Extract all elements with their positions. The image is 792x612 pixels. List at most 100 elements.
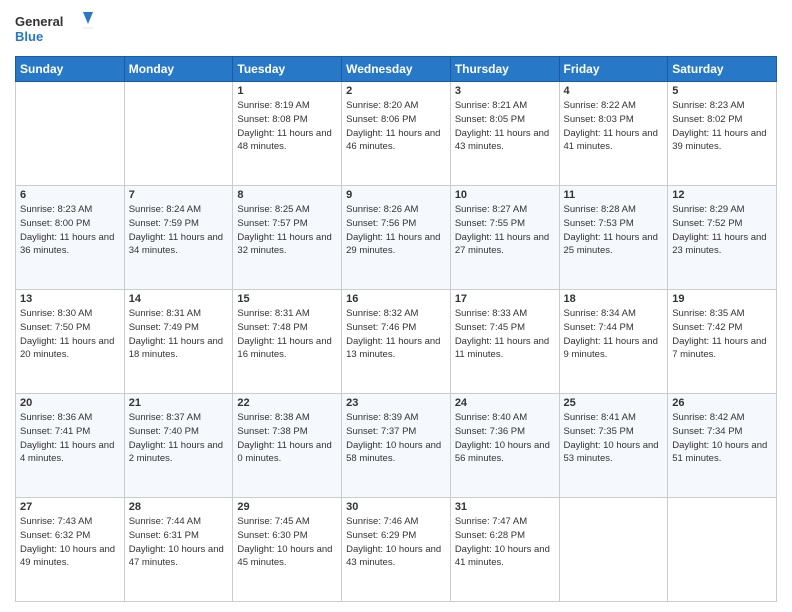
day-number: 5 <box>672 85 772 97</box>
day-info: Sunrise: 8:23 AM Sunset: 8:00 PM Dayligh… <box>20 203 120 258</box>
day-number: 2 <box>346 85 446 97</box>
day-number: 25 <box>564 397 664 409</box>
day-info: Sunrise: 8:40 AM Sunset: 7:36 PM Dayligh… <box>455 411 555 466</box>
day-cell: 9Sunrise: 8:26 AM Sunset: 7:56 PM Daylig… <box>342 186 451 290</box>
day-number: 27 <box>20 501 120 513</box>
day-cell: 2 Sunrise: 8:20 AM Sunset: 8:06 PM Daylig… <box>342 82 451 186</box>
day-number: 6 <box>20 189 120 201</box>
day-cell: 13 Sunrise: 8:30 AM Sunset: 7:50 PM Dayli… <box>16 290 125 394</box>
week-row-5: 27 Sunrise: 7:43 AM Sunset: 6:32 PM Dayli… <box>16 498 777 602</box>
calendar-header-row: SundayMondayTuesdayWednesdayThursdayFrid… <box>16 57 777 82</box>
day-info: Sunrise: 8:25 AM Sunset: 7:57 PM Dayligh… <box>237 203 337 258</box>
day-info: Sunrise: 7:43 AM Sunset: 6:32 PM Dayligh… <box>20 515 120 570</box>
day-info: Sunrise: 8:39 AM Sunset: 7:37 PM Dayligh… <box>346 411 446 466</box>
col-header-wednesday: Wednesday <box>342 57 451 82</box>
day-info: Sunrise: 8:20 AM Sunset: 8:06 PM Dayligh… <box>346 99 446 154</box>
day-number: 14 <box>129 293 229 305</box>
day-cell: 22 Sunrise: 8:38 AM Sunset: 7:38 PM Dayli… <box>233 394 342 498</box>
day-cell: 8 Sunrise: 8:25 AM Sunset: 7:57 PM Daylig… <box>233 186 342 290</box>
day-info: Sunrise: 8:21 AM Sunset: 8:05 PM Dayligh… <box>455 99 555 154</box>
day-number: 18 <box>564 293 664 305</box>
day-number: 16 <box>346 293 446 305</box>
day-cell: 28 Sunrise: 7:44 AM Sunset: 6:31 PM Dayli… <box>124 498 233 602</box>
day-cell: 21 Sunrise: 8:37 AM Sunset: 7:40 PM Dayli… <box>124 394 233 498</box>
col-header-thursday: Thursday <box>450 57 559 82</box>
day-cell: 30 Sunrise: 7:46 AM Sunset: 6:29 PM Dayli… <box>342 498 451 602</box>
week-row-1: 1 Sunrise: 8:19 AM Sunset: 8:08 PM Daylig… <box>16 82 777 186</box>
day-cell: 6 Sunrise: 8:23 AM Sunset: 8:00 PM Daylig… <box>16 186 125 290</box>
day-number: 7 <box>129 189 229 201</box>
day-number: 20 <box>20 397 120 409</box>
day-cell: 14 Sunrise: 8:31 AM Sunset: 7:49 PM Dayli… <box>124 290 233 394</box>
svg-text:General: General <box>15 14 63 29</box>
col-header-friday: Friday <box>559 57 668 82</box>
calendar-table: SundayMondayTuesdayWednesdayThursdayFrid… <box>15 56 777 602</box>
day-cell: 7 Sunrise: 8:24 AM Sunset: 7:59 PM Daylig… <box>124 186 233 290</box>
day-number: 29 <box>237 501 337 513</box>
day-cell: 29Sunrise: 7:45 AM Sunset: 6:30 PM Dayli… <box>233 498 342 602</box>
day-info: Sunrise: 8:30 AM Sunset: 7:50 PM Dayligh… <box>20 307 120 362</box>
day-info: Sunrise: 8:33 AM Sunset: 7:45 PM Dayligh… <box>455 307 555 362</box>
day-number: 24 <box>455 397 555 409</box>
day-info: Sunrise: 8:38 AM Sunset: 7:38 PM Dayligh… <box>237 411 337 466</box>
day-number: 19 <box>672 293 772 305</box>
day-info: Sunrise: 8:23 AM Sunset: 8:02 PM Dayligh… <box>672 99 772 154</box>
day-cell: 16 Sunrise: 8:32 AM Sunset: 7:46 PM Dayli… <box>342 290 451 394</box>
day-cell: 26Sunrise: 8:42 AM Sunset: 7:34 PM Dayli… <box>668 394 777 498</box>
day-cell: 17Sunrise: 8:33 AM Sunset: 7:45 PM Dayli… <box>450 290 559 394</box>
day-cell: 10 Sunrise: 8:27 AM Sunset: 7:55 PM Dayli… <box>450 186 559 290</box>
day-number: 13 <box>20 293 120 305</box>
col-header-sunday: Sunday <box>16 57 125 82</box>
day-info: Sunrise: 8:29 AM Sunset: 7:52 PM Dayligh… <box>672 203 772 258</box>
day-number: 22 <box>237 397 337 409</box>
day-number: 21 <box>129 397 229 409</box>
day-number: 12 <box>672 189 772 201</box>
day-cell: 1 Sunrise: 8:19 AM Sunset: 8:08 PM Daylig… <box>233 82 342 186</box>
day-cell: 4Sunrise: 8:22 AM Sunset: 8:03 PM Daylig… <box>559 82 668 186</box>
day-info: Sunrise: 8:24 AM Sunset: 7:59 PM Dayligh… <box>129 203 229 258</box>
day-number: 8 <box>237 189 337 201</box>
day-number: 11 <box>564 189 664 201</box>
day-info: Sunrise: 7:47 AM Sunset: 6:28 PM Dayligh… <box>455 515 555 570</box>
col-header-monday: Monday <box>124 57 233 82</box>
day-number: 28 <box>129 501 229 513</box>
day-info: Sunrise: 8:32 AM Sunset: 7:46 PM Dayligh… <box>346 307 446 362</box>
day-number: 31 <box>455 501 555 513</box>
day-cell <box>124 82 233 186</box>
week-row-4: 20Sunrise: 8:36 AM Sunset: 7:41 PM Dayli… <box>16 394 777 498</box>
day-number: 10 <box>455 189 555 201</box>
day-info: Sunrise: 7:46 AM Sunset: 6:29 PM Dayligh… <box>346 515 446 570</box>
day-info: Sunrise: 7:44 AM Sunset: 6:31 PM Dayligh… <box>129 515 229 570</box>
col-header-tuesday: Tuesday <box>233 57 342 82</box>
day-info: Sunrise: 8:35 AM Sunset: 7:42 PM Dayligh… <box>672 307 772 362</box>
day-cell: 11 Sunrise: 8:28 AM Sunset: 7:53 PM Dayli… <box>559 186 668 290</box>
day-number: 30 <box>346 501 446 513</box>
day-cell: 3Sunrise: 8:21 AM Sunset: 8:05 PM Daylig… <box>450 82 559 186</box>
day-cell <box>16 82 125 186</box>
day-number: 23 <box>346 397 446 409</box>
day-info: Sunrise: 8:34 AM Sunset: 7:44 PM Dayligh… <box>564 307 664 362</box>
day-cell: 19 Sunrise: 8:35 AM Sunset: 7:42 PM Dayli… <box>668 290 777 394</box>
day-cell: 25Sunrise: 8:41 AM Sunset: 7:35 PM Dayli… <box>559 394 668 498</box>
day-cell: 24 Sunrise: 8:40 AM Sunset: 7:36 PM Dayli… <box>450 394 559 498</box>
day-info: Sunrise: 8:42 AM Sunset: 7:34 PM Dayligh… <box>672 411 772 466</box>
logo: General Blue <box>15 10 95 48</box>
day-cell: 23 Sunrise: 8:39 AM Sunset: 7:37 PM Dayli… <box>342 394 451 498</box>
generalblue-logo: General Blue <box>15 10 95 48</box>
day-cell <box>559 498 668 602</box>
svg-text:Blue: Blue <box>15 29 43 44</box>
day-info: Sunrise: 8:31 AM Sunset: 7:49 PM Dayligh… <box>129 307 229 362</box>
day-info: Sunrise: 8:37 AM Sunset: 7:40 PM Dayligh… <box>129 411 229 466</box>
week-row-3: 13 Sunrise: 8:30 AM Sunset: 7:50 PM Dayli… <box>16 290 777 394</box>
day-info: Sunrise: 8:27 AM Sunset: 7:55 PM Dayligh… <box>455 203 555 258</box>
day-cell: 18 Sunrise: 8:34 AM Sunset: 7:44 PM Dayli… <box>559 290 668 394</box>
day-cell: 20Sunrise: 8:36 AM Sunset: 7:41 PM Dayli… <box>16 394 125 498</box>
day-number: 9 <box>346 189 446 201</box>
day-number: 1 <box>237 85 337 97</box>
day-info: Sunrise: 8:19 AM Sunset: 8:08 PM Dayligh… <box>237 99 337 154</box>
day-cell <box>668 498 777 602</box>
day-cell: 12 Sunrise: 8:29 AM Sunset: 7:52 PM Dayli… <box>668 186 777 290</box>
day-info: Sunrise: 8:28 AM Sunset: 7:53 PM Dayligh… <box>564 203 664 258</box>
day-cell: 15Sunrise: 8:31 AM Sunset: 7:48 PM Dayli… <box>233 290 342 394</box>
day-cell: 5 Sunrise: 8:23 AM Sunset: 8:02 PM Daylig… <box>668 82 777 186</box>
